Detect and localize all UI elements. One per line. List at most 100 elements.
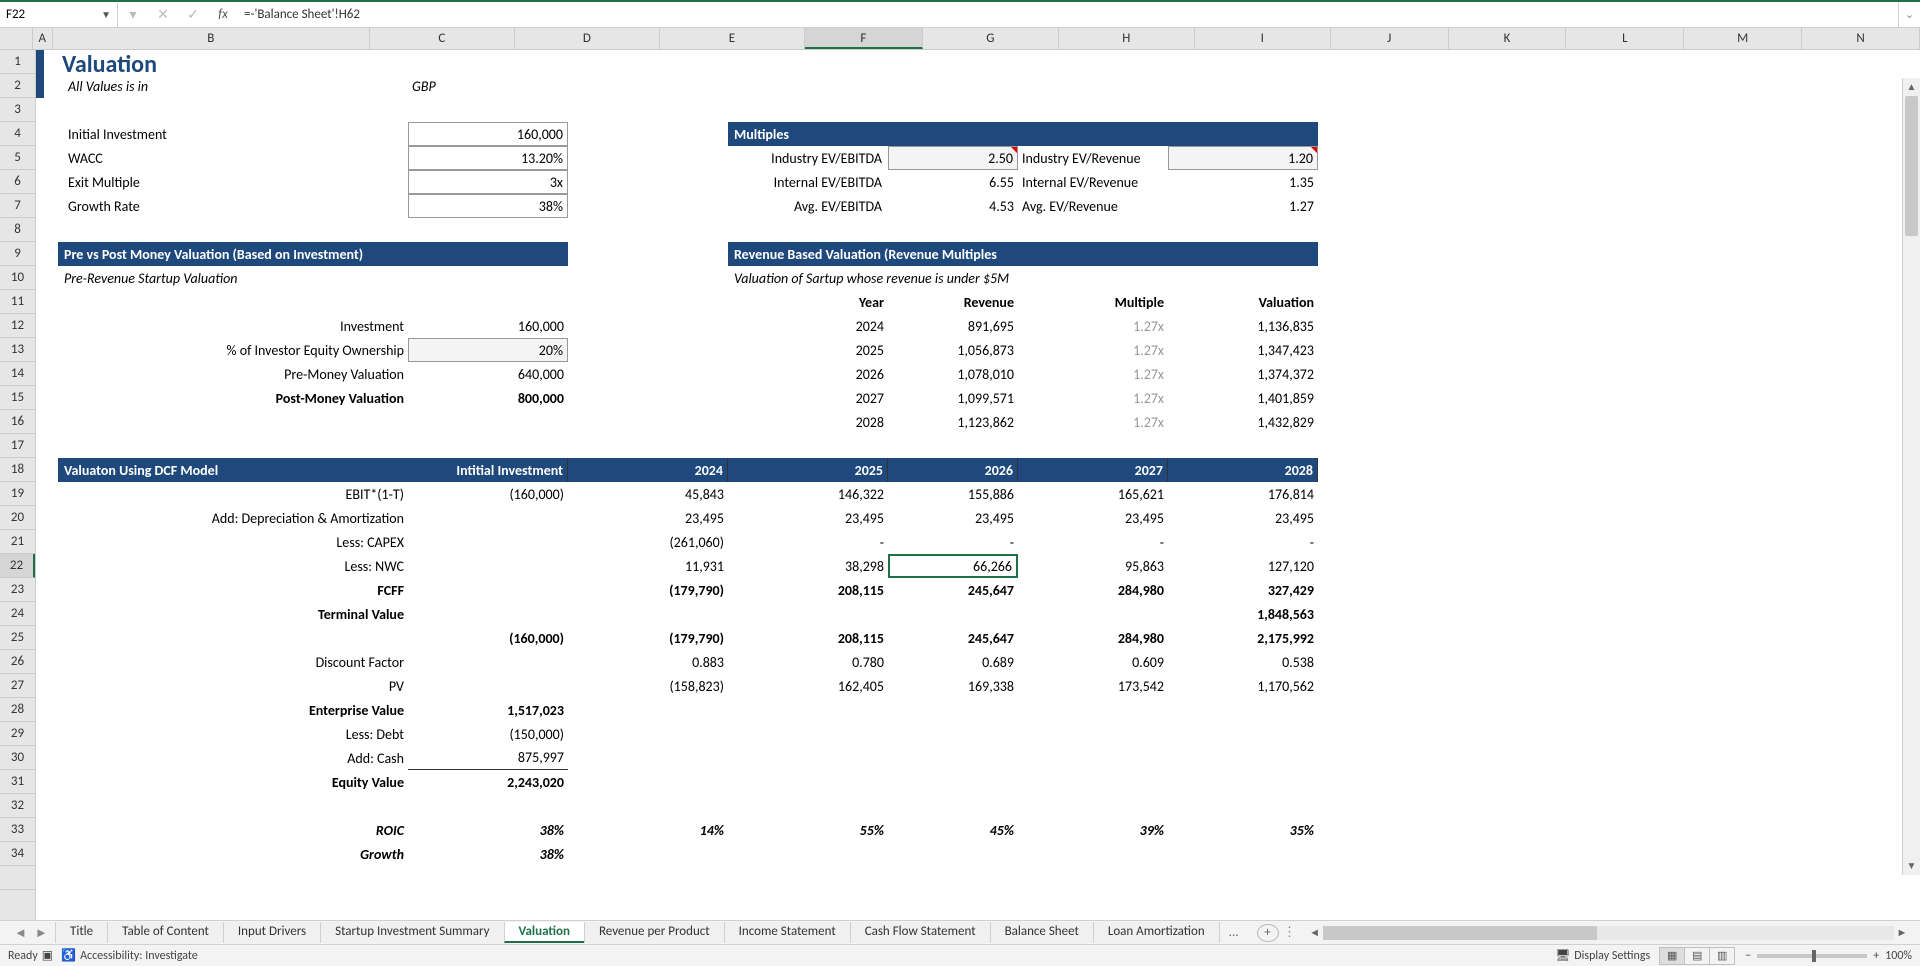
tabs-overflow[interactable]: ... bbox=[1219, 925, 1249, 940]
cell[interactable]: 2024 bbox=[728, 314, 888, 338]
cell[interactable]: Valuaton Using DCF Model bbox=[58, 458, 408, 482]
cell[interactable]: 2026 bbox=[888, 458, 1018, 482]
cell[interactable]: 1,432,829 bbox=[1168, 410, 1318, 434]
cell[interactable]: 1,136,835 bbox=[1168, 314, 1318, 338]
accept-formula-icon[interactable]: ✓ bbox=[178, 6, 208, 23]
row-header-26[interactable]: 26 bbox=[0, 650, 35, 674]
cell[interactable]: Avg. EV/EBITDA bbox=[728, 194, 888, 218]
cell[interactable]: Enterprise Value bbox=[58, 698, 408, 722]
column-header-B[interactable]: B bbox=[53, 28, 370, 49]
row-header-9[interactable]: 9 bbox=[0, 242, 35, 266]
row-header-7[interactable]: 7 bbox=[0, 194, 35, 218]
row-header-34[interactable]: 34 bbox=[0, 842, 35, 866]
cell[interactable]: 2,243,020 bbox=[408, 770, 568, 794]
cell[interactable]: Less: Debt bbox=[58, 722, 408, 746]
accessibility-icon[interactable]: ♿ bbox=[61, 948, 76, 963]
row-header-19[interactable]: 19 bbox=[0, 482, 35, 506]
cell[interactable]: Avg. EV/Revenue bbox=[1018, 194, 1168, 218]
cell[interactable]: 1,123,862 bbox=[888, 410, 1018, 434]
zoom-slider[interactable] bbox=[1757, 954, 1867, 958]
cell[interactable]: 2025 bbox=[728, 338, 888, 362]
cell[interactable]: 38% bbox=[408, 818, 568, 842]
cell[interactable]: 891,695 bbox=[888, 314, 1018, 338]
row-header-29[interactable]: 29 bbox=[0, 722, 35, 746]
cell[interactable]: 1.35 bbox=[1168, 170, 1318, 194]
row-header-5[interactable]: 5 bbox=[0, 146, 35, 170]
row-header-[interactable] bbox=[0, 866, 35, 890]
cell[interactable]: 2024 bbox=[568, 458, 728, 482]
cell[interactable]: 0.689 bbox=[888, 650, 1018, 674]
cell[interactable]: 1,374,372 bbox=[1168, 362, 1318, 386]
cell[interactable]: Terminal Value bbox=[58, 602, 408, 626]
cell[interactable]: 11,931 bbox=[568, 554, 728, 578]
cell[interactable]: 1.27x bbox=[1018, 362, 1168, 386]
cell[interactable]: Revenue bbox=[888, 290, 1018, 314]
cell[interactable]: 284,980 bbox=[1018, 626, 1168, 650]
row-header-27[interactable]: 27 bbox=[0, 674, 35, 698]
row-header-28[interactable]: 28 bbox=[0, 698, 35, 722]
sheet-tab-title[interactable]: Title bbox=[55, 922, 108, 943]
cell[interactable]: 245,647 bbox=[888, 626, 1018, 650]
cell[interactable]: 1,099,571 bbox=[888, 386, 1018, 410]
cell[interactable]: Add: Depreciation & Amortization bbox=[58, 506, 408, 530]
cell[interactable]: Internal EV/EBITDA bbox=[728, 170, 888, 194]
cell[interactable]: Add: Cash bbox=[58, 746, 408, 770]
cell[interactable] bbox=[36, 50, 44, 98]
row-header-25[interactable]: 25 bbox=[0, 626, 35, 650]
column-header-N[interactable]: N bbox=[1802, 28, 1920, 49]
cell[interactable]: (261,060) bbox=[568, 530, 728, 554]
hscroll-right-icon[interactable]: ► bbox=[1894, 926, 1910, 939]
column-header-F[interactable]: F bbox=[805, 28, 923, 49]
cell[interactable]: 55% bbox=[728, 818, 888, 842]
scroll-thumb[interactable] bbox=[1905, 96, 1918, 236]
hscroll-thumb[interactable] bbox=[1323, 926, 1597, 940]
cell[interactable]: 1.27 bbox=[1168, 194, 1318, 218]
cell[interactable]: Equity Value bbox=[58, 770, 408, 794]
status-display[interactable]: Display Settings bbox=[1574, 949, 1650, 963]
row-header-10[interactable]: 10 bbox=[0, 266, 35, 290]
column-header-C[interactable]: C bbox=[370, 28, 515, 49]
row-header-6[interactable]: 6 bbox=[0, 170, 35, 194]
row-header-8[interactable]: 8 bbox=[0, 218, 35, 242]
cell[interactable]: 162,405 bbox=[728, 674, 888, 698]
cell[interactable]: (179,790) bbox=[568, 578, 728, 602]
cell[interactable]: 4.53 bbox=[888, 194, 1018, 218]
cell[interactable]: 160,000 bbox=[408, 122, 568, 146]
zoom-level[interactable]: 100% bbox=[1885, 949, 1912, 963]
cell[interactable]: Investment bbox=[58, 314, 408, 338]
cell[interactable]: 284,980 bbox=[1018, 578, 1168, 602]
cell[interactable]: 23,495 bbox=[1018, 506, 1168, 530]
cell[interactable]: 2027 bbox=[1018, 458, 1168, 482]
cell[interactable]: 1,056,873 bbox=[888, 338, 1018, 362]
cell[interactable]: 95,863 bbox=[1018, 554, 1168, 578]
cell[interactable]: 800,000 bbox=[408, 386, 568, 410]
cell[interactable]: Less: NWC bbox=[58, 554, 408, 578]
cell[interactable]: Initial Investment bbox=[58, 122, 408, 146]
cell[interactable]: FCFF bbox=[58, 578, 408, 602]
cell[interactable]: 2025 bbox=[728, 458, 888, 482]
cell[interactable]: 2028 bbox=[728, 410, 888, 434]
cell[interactable]: Discount Factor bbox=[58, 650, 408, 674]
cell[interactable]: GBP bbox=[408, 74, 568, 98]
status-accessibility[interactable]: Accessibility: Investigate bbox=[80, 949, 198, 963]
column-header-K[interactable]: K bbox=[1449, 28, 1567, 49]
cell[interactable]: 1,848,563 bbox=[1168, 602, 1318, 626]
column-header-L[interactable]: L bbox=[1566, 28, 1684, 49]
tab-nav-prev-icon[interactable]: ◄ bbox=[14, 925, 27, 941]
cell[interactable]: 1,078,010 bbox=[888, 362, 1018, 386]
column-header-J[interactable]: J bbox=[1331, 28, 1449, 49]
row-header-21[interactable]: 21 bbox=[0, 530, 35, 554]
row-header-22[interactable]: 22 bbox=[0, 554, 35, 578]
cell[interactable]: 0.780 bbox=[728, 650, 888, 674]
cell[interactable]: 160,000 bbox=[408, 314, 568, 338]
cell[interactable]: - bbox=[888, 530, 1018, 554]
cell[interactable]: 6.55 bbox=[888, 170, 1018, 194]
cell[interactable]: 245,647 bbox=[888, 578, 1018, 602]
tab-menu-icon[interactable]: ⋮ bbox=[1283, 925, 1297, 940]
sheet-tab-loan-amortization[interactable]: Loan Amortization bbox=[1093, 922, 1220, 943]
cell[interactable]: 0.883 bbox=[568, 650, 728, 674]
cell[interactable]: Pre vs Post Money Valuation (Based on In… bbox=[58, 242, 568, 266]
formula-dropdown-icon[interactable]: ▾ bbox=[118, 6, 148, 23]
display-settings-icon[interactable]: 🖥 bbox=[1555, 948, 1570, 963]
scroll-down-icon[interactable]: ▼ bbox=[1903, 857, 1920, 875]
